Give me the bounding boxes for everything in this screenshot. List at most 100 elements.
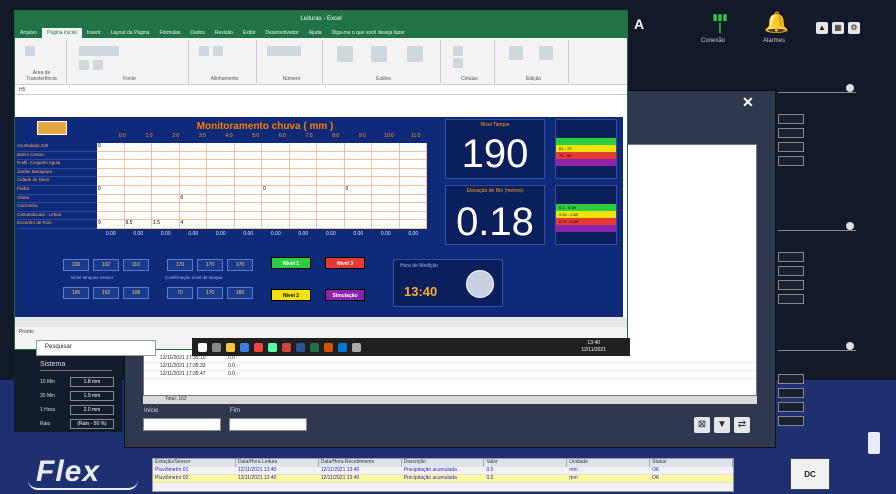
level-1-button[interactable]: Nível 1: [271, 257, 311, 269]
chrome-icon[interactable]: [254, 342, 263, 352]
grid-cell[interactable]: [97, 160, 125, 168]
find-select-icon[interactable]: [539, 46, 553, 60]
grid-cell[interactable]: [317, 168, 345, 177]
grid-cell[interactable]: [152, 160, 180, 168]
grid-cell[interactable]: [345, 177, 372, 185]
grid-cell[interactable]: [152, 143, 180, 151]
conditional-format-icon[interactable]: [337, 46, 353, 62]
tab-page-layout[interactable]: Layout da Página: [106, 28, 155, 38]
app-icon[interactable]: [282, 342, 291, 352]
list-item[interactable]: 12/11/2021 17:35:10 0.0: [144, 355, 756, 363]
grid-cell[interactable]: [235, 211, 262, 220]
grid-cell[interactable]: [207, 185, 235, 194]
grid-cell[interactable]: [290, 143, 317, 151]
tab-developer[interactable]: Desenvolvedor: [260, 28, 303, 38]
grid-cell[interactable]: [290, 160, 317, 168]
grid-cell[interactable]: [345, 220, 372, 228]
excel-icon[interactable]: [310, 342, 319, 352]
grid-cell[interactable]: [372, 151, 400, 160]
mail-icon[interactable]: [240, 342, 249, 352]
grid-cell[interactable]: [207, 220, 235, 228]
simulation-button[interactable]: Simulação: [325, 289, 365, 301]
table-row[interactable]: Pluviômetro 01 12/11/2021 13:40 12/11/2021…: [153, 467, 733, 475]
format-table-icon[interactable]: [371, 46, 387, 62]
insert-cells-icon[interactable]: [453, 46, 463, 56]
grid-cell[interactable]: [400, 203, 427, 211]
grid-cell[interactable]: [125, 160, 152, 168]
grid-cell[interactable]: [317, 203, 345, 211]
grid-cell[interactable]: [125, 194, 152, 203]
grid-cell[interactable]: [180, 151, 207, 160]
upload-icon[interactable]: ▲: [816, 22, 828, 34]
grid-cell[interactable]: [97, 177, 125, 185]
grid-cell[interactable]: [125, 211, 152, 220]
grid-cell[interactable]: [345, 160, 372, 168]
tab-file[interactable]: Arquivo: [15, 28, 42, 38]
grid-cell[interactable]: [97, 194, 125, 203]
grid-cell[interactable]: [400, 151, 427, 160]
grid-cell[interactable]: [317, 177, 345, 185]
grid-cell[interactable]: [125, 203, 152, 211]
table-header-cell[interactable]: Estação/Sensor: [153, 459, 236, 467]
grid-cell[interactable]: [97, 151, 125, 160]
edge-icon[interactable]: [338, 342, 347, 352]
app-icon[interactable]: [268, 342, 277, 352]
grid-cell[interactable]: [400, 194, 427, 203]
grid-cell[interactable]: [317, 194, 345, 203]
tab-insert[interactable]: Inserir: [82, 28, 106, 38]
grid-cell[interactable]: [317, 151, 345, 160]
grid-icon[interactable]: ▦: [832, 22, 844, 34]
grid-cell[interactable]: [290, 185, 317, 194]
grid-cell[interactable]: [372, 143, 400, 151]
grid-cell[interactable]: [97, 168, 125, 177]
grid-cell[interactable]: [125, 151, 152, 160]
grid-cell[interactable]: [152, 168, 180, 177]
grid-cell[interactable]: [372, 177, 400, 185]
grid-cell[interactable]: [180, 203, 207, 211]
grid-cell[interactable]: [180, 160, 207, 168]
grid-cell[interactable]: [125, 185, 152, 194]
grid-cell[interactable]: [317, 185, 345, 194]
grid-cell[interactable]: [262, 194, 290, 203]
grid-cell[interactable]: [207, 143, 235, 151]
powerpoint-icon[interactable]: [324, 342, 333, 352]
grid-cell[interactable]: [372, 211, 400, 220]
grid-cell[interactable]: 0: [262, 185, 290, 194]
grid-cell[interactable]: [152, 177, 180, 185]
grid-cell[interactable]: [125, 143, 152, 151]
grid-cell[interactable]: 4: [180, 220, 207, 228]
start-icon[interactable]: [198, 342, 207, 352]
grid-cell[interactable]: [290, 194, 317, 203]
tab-formulas[interactable]: Fórmulas: [155, 28, 186, 38]
taskbar-clock[interactable]: 13:40 12/11/2021: [581, 340, 606, 354]
word-icon[interactable]: [296, 342, 305, 352]
search-icon[interactable]: [212, 342, 221, 352]
grid-cell[interactable]: [262, 211, 290, 220]
grid-cell[interactable]: [290, 151, 317, 160]
level-3-button[interactable]: Nível 3: [325, 257, 365, 269]
table-header-cell[interactable]: Valor: [484, 459, 568, 467]
grid-cell[interactable]: 0: [180, 194, 207, 203]
grid-cell[interactable]: [400, 160, 427, 168]
grid-cell[interactable]: [262, 220, 290, 228]
paste-icon[interactable]: [25, 46, 35, 56]
grid-cell[interactable]: 0: [97, 185, 125, 194]
table-header-cell[interactable]: Data/Hora Recebimento: [319, 459, 402, 467]
list-item[interactable]: 12/11/2021 17:35:47 0.0: [144, 371, 756, 379]
grid-cell[interactable]: [372, 168, 400, 177]
grid-cell[interactable]: [345, 151, 372, 160]
sort-filter-icon[interactable]: [509, 46, 523, 60]
side-scroll-tab[interactable]: [868, 432, 880, 454]
filter-button[interactable]: ▼: [714, 417, 730, 433]
grid-cell[interactable]: [235, 160, 262, 168]
grid-cell[interactable]: [262, 151, 290, 160]
table-header-cell[interactable]: Data/Hora Leitura: [236, 459, 319, 467]
table-header-cell[interactable]: Unidade: [567, 459, 651, 467]
grid-cell[interactable]: [345, 143, 372, 151]
grid-cell[interactable]: [235, 220, 262, 228]
grid-cell[interactable]: 9: [97, 220, 125, 228]
delete-cells-icon[interactable]: [453, 58, 463, 68]
horizontal-scrollbar[interactable]: [15, 317, 627, 327]
name-box[interactable]: H5: [15, 85, 627, 95]
grid-cell[interactable]: [235, 168, 262, 177]
